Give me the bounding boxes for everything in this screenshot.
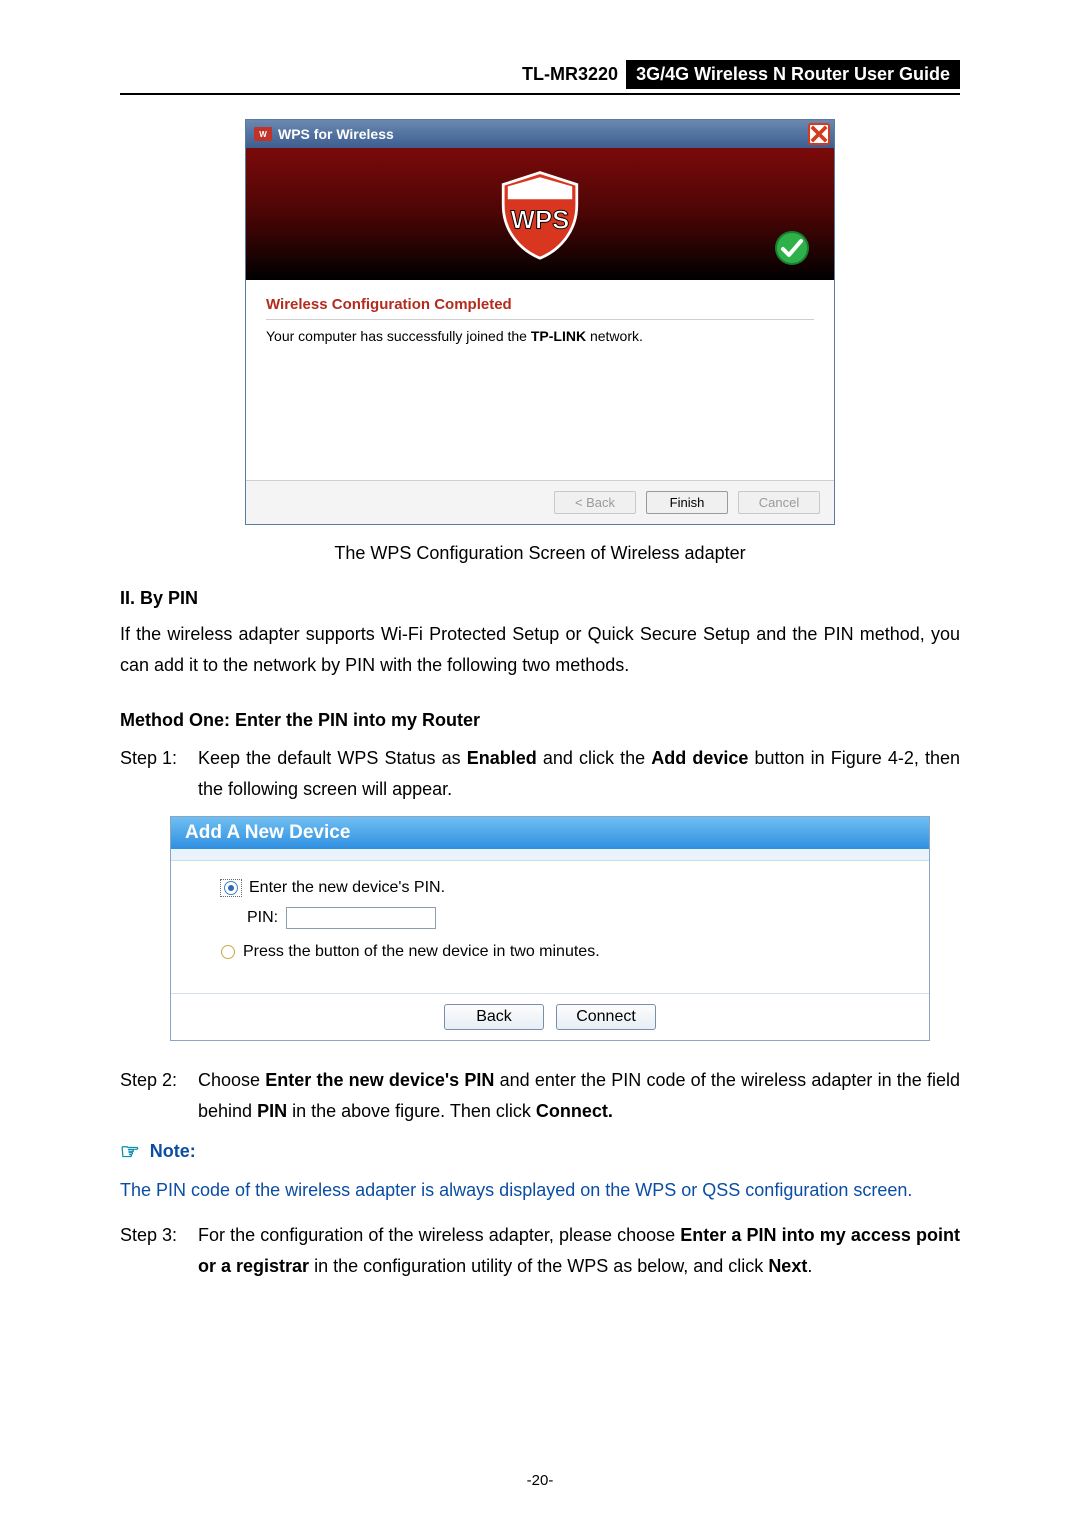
page-header: TL-MR3220 3G/4G Wireless N Router User G… (120, 60, 960, 95)
add-device-header: Add A New Device (171, 817, 929, 849)
step1-label: Step 1: (120, 743, 198, 804)
note-label: Note: (150, 1141, 196, 1162)
option-enter-pin[interactable]: Enter the new device's PIN. (221, 879, 901, 897)
wps-logo-icon: W (254, 127, 272, 141)
wps-status-suffix: network. (586, 328, 643, 344)
wps-banner: WPS (246, 148, 834, 280)
wps-status-text: Your computer has successfully joined th… (266, 328, 814, 344)
t: in the above figure. Then click (287, 1101, 536, 1121)
page-number: -20- (0, 1472, 1080, 1489)
opt1-label: Enter the new device's PIN. (249, 879, 445, 897)
t: PIN (257, 1101, 287, 1121)
t: Enter the new device's PIN (265, 1070, 494, 1090)
note-heading: ☞ Note: (120, 1139, 960, 1165)
step3-label: Step 3: (120, 1220, 198, 1281)
pointing-hand-icon: ☞ (120, 1139, 140, 1165)
step-2: Step 2: Choose Enter the new device's PI… (120, 1065, 960, 1126)
finish-button[interactable]: Finish (646, 491, 728, 514)
wps-shield-icon: WPS (494, 168, 586, 260)
wps-footer: < Back Finish Cancel (246, 480, 834, 524)
guide-title: 3G/4G Wireless N Router User Guide (626, 60, 960, 89)
t: Add device (651, 748, 748, 768)
svg-text:WPS: WPS (511, 207, 570, 235)
method-one-heading: Method One: Enter the PIN into my Router (120, 710, 960, 731)
intro-paragraph: If the wireless adapter supports Wi-Fi P… (120, 619, 960, 680)
wps-network-name: TP-LINK (531, 328, 586, 344)
radio-unselected-icon (221, 945, 235, 959)
pin-label: PIN: (247, 909, 278, 927)
t: Enabled (467, 748, 537, 768)
cancel-button[interactable]: Cancel (738, 491, 820, 514)
back-button[interactable]: < Back (554, 491, 636, 514)
wps-titlebar: W WPS for Wireless (246, 120, 834, 148)
opt2-label: Press the button of the new device in tw… (243, 943, 600, 961)
t: For the configuration of the wireless ad… (198, 1225, 680, 1245)
t: and click the (537, 748, 651, 768)
t: . (807, 1256, 812, 1276)
figure-caption: The WPS Configuration Screen of Wireless… (120, 543, 960, 564)
add-device-panel: Add A New Device Enter the new device's … (170, 816, 930, 1041)
t: Choose (198, 1070, 265, 1090)
connect-button[interactable]: Connect (556, 1004, 656, 1030)
t: Connect. (536, 1101, 613, 1121)
back-button[interactable]: Back (444, 1004, 544, 1030)
radio-selected-icon (224, 881, 238, 895)
wps-status-prefix: Your computer has successfully joined th… (266, 328, 531, 344)
wps-body: Wireless Configuration Completed Your co… (246, 280, 834, 480)
option-press-button[interactable]: Press the button of the new device in tw… (221, 943, 901, 961)
close-icon[interactable] (808, 123, 830, 145)
pin-input[interactable] (286, 907, 436, 929)
section-II-heading: II. By PIN (120, 588, 960, 609)
t: in the configuration utility of the WPS … (309, 1256, 768, 1276)
step-3: Step 3: For the configuration of the wir… (120, 1220, 960, 1281)
t: Keep the default WPS Status as (198, 748, 467, 768)
step2-label: Step 2: (120, 1065, 198, 1126)
model-number: TL-MR3220 (514, 62, 626, 87)
t: Next (768, 1256, 807, 1276)
wps-status-title: Wireless Configuration Completed (266, 296, 814, 320)
wps-title-text: WPS for Wireless (278, 126, 394, 142)
note-body: The PIN code of the wireless adapter is … (120, 1175, 960, 1207)
check-icon (774, 230, 810, 266)
step-1: Step 1: Keep the default WPS Status as E… (120, 743, 960, 804)
wps-dialog: W WPS for Wireless WPS Wireless Configur… (245, 119, 835, 525)
add-device-subbar (171, 849, 929, 861)
